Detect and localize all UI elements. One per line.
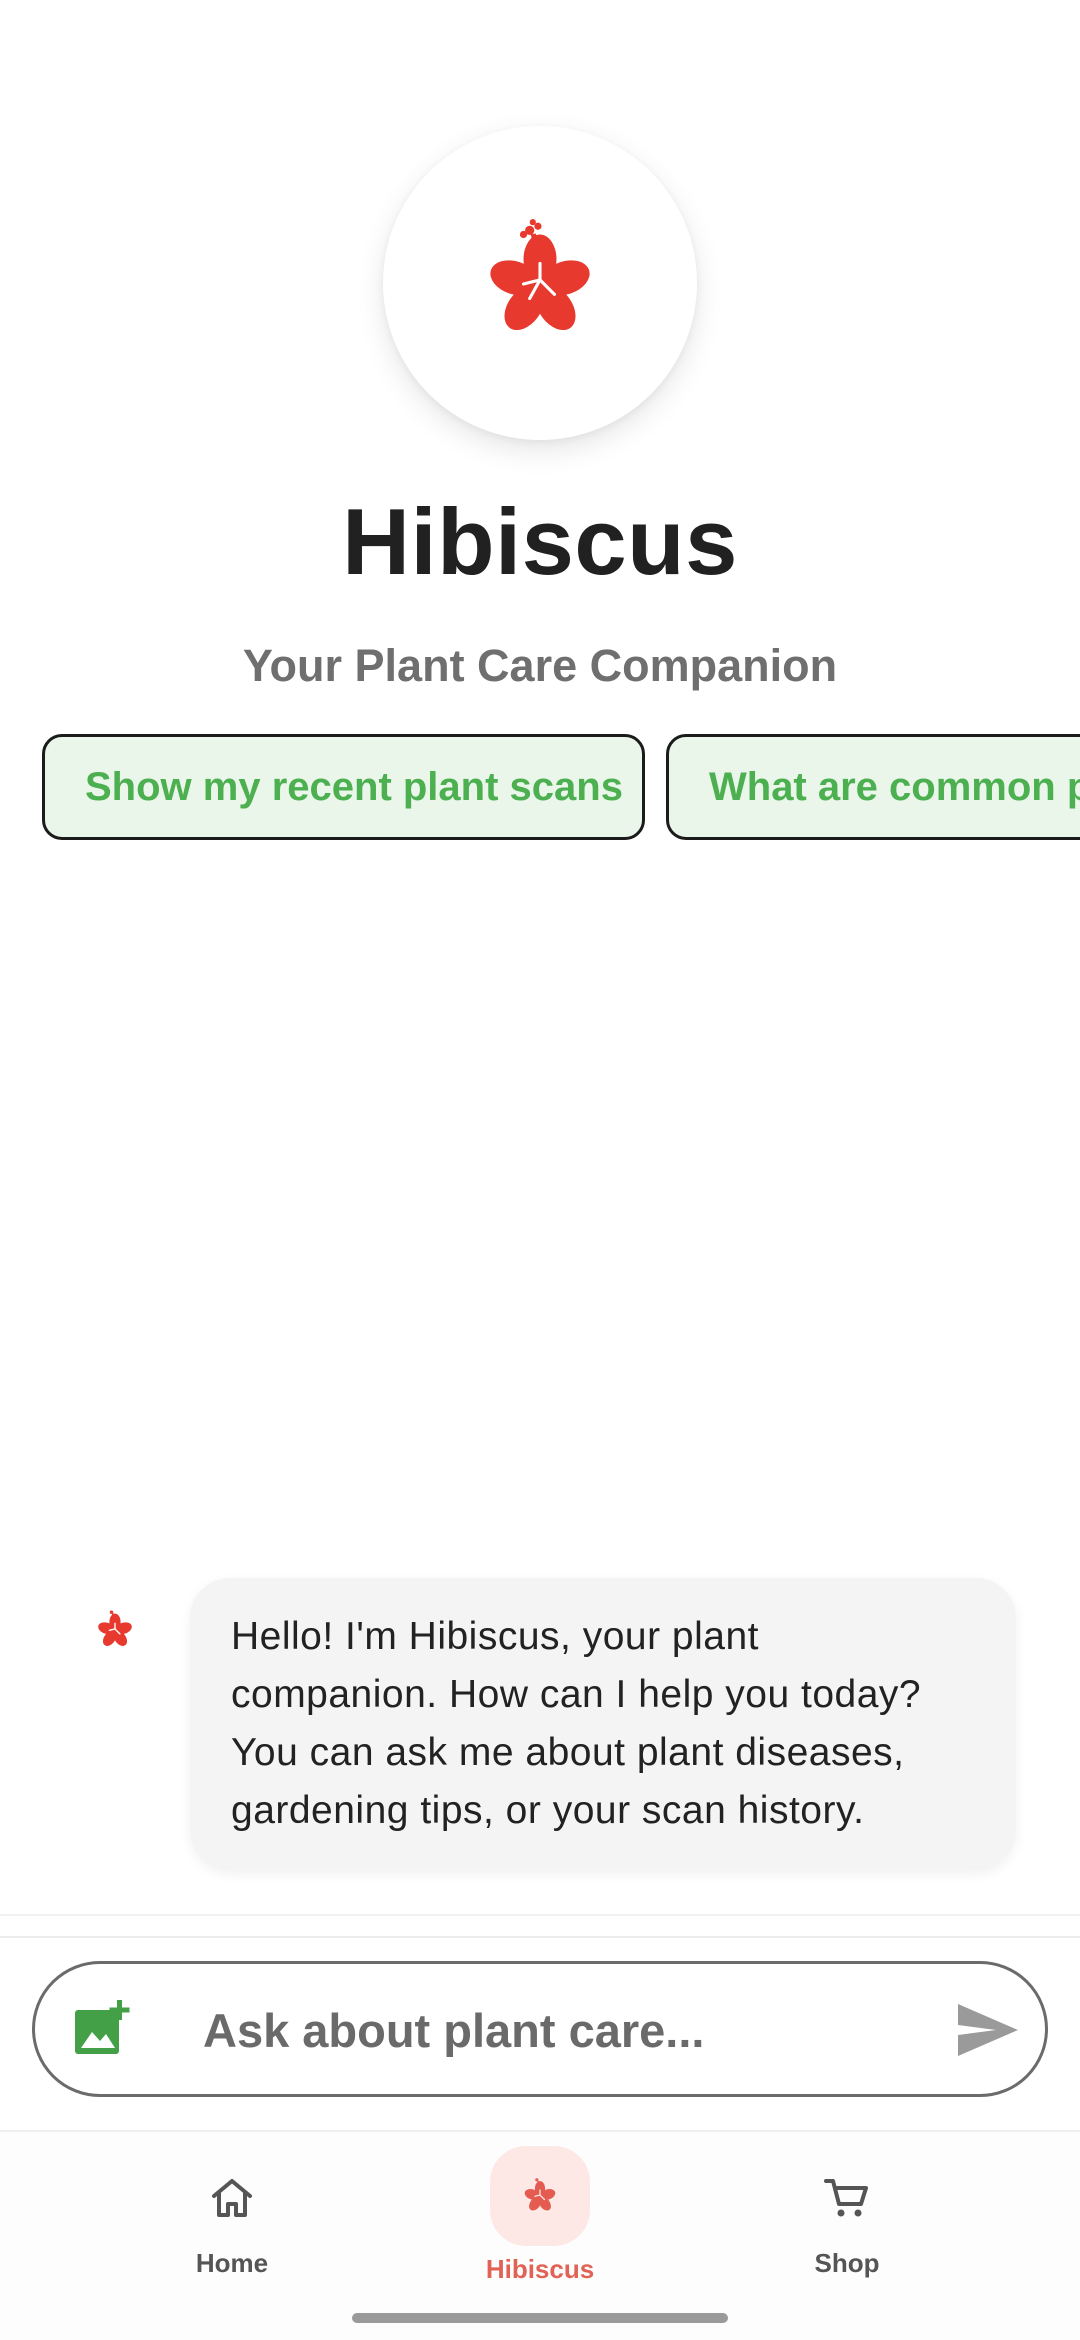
- suggestion-chips: Show my recent plant scans What are comm…: [0, 734, 1080, 840]
- send-icon[interactable]: [956, 2002, 1020, 2058]
- suggestion-chip-label: Show my recent plant scans: [85, 764, 623, 809]
- home-indicator[interactable]: [352, 2313, 728, 2323]
- bot-message-text: Hello! I'm Hibiscus, your plant companio…: [231, 1615, 922, 1832]
- suggestion-chip-common-problems[interactable]: What are common p: [666, 734, 1080, 840]
- nav-item-home[interactable]: Home: [122, 2132, 342, 2282]
- app-subtitle: Your Plant Care Companion: [242, 640, 838, 691]
- chat-input[interactable]: [203, 1994, 943, 2066]
- suggestion-chip-recent-scans[interactable]: Show my recent plant scans: [42, 734, 645, 840]
- cart-icon: [824, 2179, 868, 2217]
- nav-label-hibiscus: Hibiscus: [485, 2254, 595, 2284]
- bot-message-bubble: Hello! I'm Hibiscus, your plant companio…: [190, 1578, 1016, 1870]
- nav-label-home: Home: [195, 2248, 269, 2278]
- divider: [0, 1936, 1080, 1938]
- nav-label-shop: Shop: [814, 2248, 880, 2278]
- hibiscus-flower-icon: [524, 2178, 556, 2211]
- bot-avatar-hibiscus-icon: [98, 1610, 132, 1646]
- nav-item-shop[interactable]: Shop: [737, 2132, 957, 2282]
- chat-screen: Hibiscus Your Plant Care Companion Show …: [0, 0, 1080, 2340]
- app-title: Hibiscus: [342, 489, 738, 594]
- chat-composer: [32, 1961, 1048, 2097]
- bottom-navigation: Home Hibiscus Shop: [0, 2130, 1080, 2340]
- nav-item-hibiscus[interactable]: Hibiscus: [430, 2132, 650, 2284]
- divider: [0, 1914, 1080, 1916]
- home-icon: [212, 2179, 252, 2217]
- add-photo-icon[interactable]: [73, 1998, 133, 2058]
- suggestion-chip-label: What are common p: [709, 764, 1080, 809]
- hibiscus-flower-icon: [490, 219, 590, 331]
- app-logo: [383, 126, 697, 440]
